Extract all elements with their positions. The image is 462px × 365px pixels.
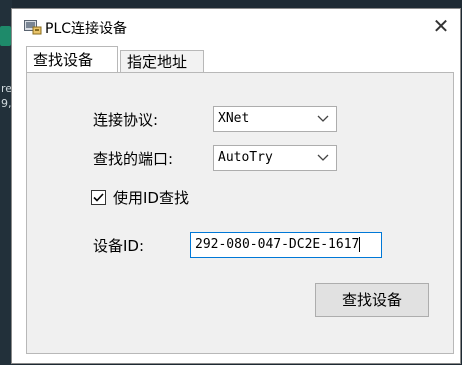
tab-find-device[interactable]: 查找设备 [26,46,118,73]
text-cursor [359,237,361,252]
tab-specify-address[interactable]: 指定地址 [120,50,204,73]
device-id-input[interactable]: 292-080-047-DC2E-1617 [190,232,382,258]
desktop-app-tile [0,26,11,46]
chevron-down-icon [316,146,330,170]
port-select[interactable]: AutoTry [213,145,337,171]
protocol-select[interactable]: XNet [213,106,337,132]
background-text: 9, [1,97,12,110]
window-title: PLC连接设备 [45,21,128,37]
chevron-down-icon [316,107,330,131]
device-id-label: 设备ID: [93,237,145,255]
close-button[interactable]: ✕ [428,13,454,39]
find-device-panel: 连接协议: XNet 查找的端口: AutoTry 使用ID查找 设备ID: 2… [26,72,454,354]
use-id-checkbox[interactable] [91,190,106,205]
title-bar: PLC连接设备 ✕ [12,9,460,43]
find-device-button[interactable]: 查找设备 [315,283,429,317]
port-value: AutoTry [218,150,273,165]
protocol-value: XNet [218,111,250,126]
use-id-label: 使用ID查找 [113,189,189,207]
plc-connect-dialog: PLC连接设备 ✕ 查找设备 指定地址 连接协议: XNet 查找的端口: Au… [11,8,461,364]
close-icon: ✕ [432,14,450,38]
device-id-value: 292-080-047-DC2E-1617 [195,237,360,252]
protocol-label: 连接协议: [93,111,159,129]
plc-device-icon [24,19,42,35]
port-label: 查找的端口: [93,150,174,168]
